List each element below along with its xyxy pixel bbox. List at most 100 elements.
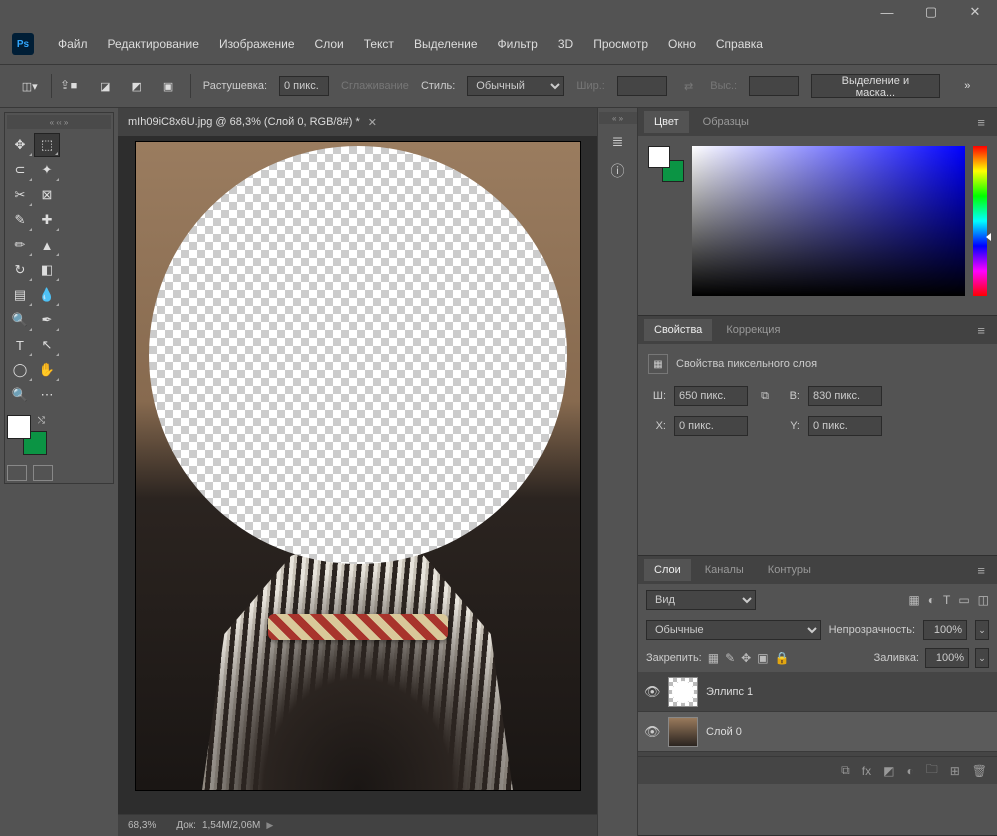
healing-brush-tool[interactable]: ✚	[34, 208, 60, 232]
prop-y-input[interactable]	[808, 416, 882, 436]
tab-properties[interactable]: Свойства	[644, 319, 712, 341]
pen-tool[interactable]: ✒	[34, 308, 60, 332]
blend-mode-select[interactable]: Обычные	[646, 620, 821, 640]
layer-filter-kind-select[interactable]: Вид	[646, 590, 756, 610]
quick-mask-toggle[interactable]	[7, 465, 27, 481]
properties-panel-menu-icon[interactable]: ≡	[971, 323, 991, 338]
menu-view[interactable]: Просмотр	[585, 33, 656, 55]
filter-adjust-icon[interactable]: ◐	[928, 593, 935, 607]
link-wh-icon[interactable]: ⧉	[756, 390, 774, 403]
rectangular-marquee-tool[interactable]: ⬚	[34, 133, 60, 157]
style-select[interactable]: Обычный	[467, 76, 564, 96]
fill-input[interactable]	[925, 648, 969, 668]
menu-help[interactable]: Справка	[708, 33, 771, 55]
path-selection-tool[interactable]: ↖	[34, 333, 60, 357]
layer-row[interactable]: 👁 Эллипс 1	[638, 672, 997, 712]
select-and-mask-button[interactable]: Выделение и маска...	[811, 74, 940, 98]
toolbox-collapse-toggle[interactable]: « ‹‹ »	[7, 115, 111, 129]
crop-tool[interactable]: ✂	[7, 183, 33, 207]
new-group-icon[interactable]: 🗀	[926, 760, 938, 781]
lock-transparency-icon[interactable]: ▦	[708, 651, 719, 665]
layer-thumbnail[interactable]	[668, 677, 698, 707]
window-minimize[interactable]: —	[865, 2, 909, 22]
selection-add-icon[interactable]: ◪	[96, 77, 115, 95]
swap-colors-icon[interactable]: ⤭	[38, 415, 45, 426]
window-maximize[interactable]: ▢	[909, 2, 953, 22]
prop-w-input[interactable]	[674, 386, 748, 406]
prop-x-input[interactable]	[674, 416, 748, 436]
menu-3d[interactable]: 3D	[550, 33, 581, 55]
selection-intersect-icon[interactable]: ▣	[158, 77, 177, 95]
clone-stamp-tool[interactable]: ▲	[34, 233, 60, 257]
default-colors-icon[interactable]	[9, 443, 19, 453]
hand-tool[interactable]: ✋	[34, 358, 60, 382]
tab-swatches[interactable]: Образцы	[693, 111, 759, 133]
lock-artboard-icon[interactable]: ▣	[757, 651, 768, 665]
menu-file[interactable]: Файл	[50, 33, 96, 55]
filter-type-icon[interactable]: T	[943, 593, 950, 607]
eyedropper-tool[interactable]: ✎	[7, 208, 33, 232]
filter-smart-icon[interactable]: ◫	[978, 593, 989, 607]
menu-image[interactable]: Изображение	[211, 33, 303, 55]
layer-visibility-icon[interactable]: 👁	[644, 684, 660, 700]
fill-dropdown-icon[interactable]: ⌄	[975, 648, 989, 668]
document-tab[interactable]: mIh09iC8x6U.jpg @ 68,3% (Слой 0, RGB/8#)…	[128, 116, 377, 129]
frame-tool[interactable]: ⊠	[34, 183, 60, 207]
layer-fx-icon[interactable]: fx	[862, 764, 871, 778]
zoom-tool[interactable]: 🔍	[7, 383, 33, 407]
history-brush-tool[interactable]: ↻	[7, 258, 33, 282]
panel-foreground-swatch[interactable]	[648, 146, 670, 168]
menu-layers[interactable]: Слои	[307, 33, 352, 55]
foreground-swatch[interactable]	[7, 415, 31, 439]
opacity-dropdown-icon[interactable]: ⌄	[975, 620, 989, 640]
brush-tool[interactable]: ✏	[7, 233, 33, 257]
prop-h-input[interactable]	[808, 386, 882, 406]
lock-position-icon[interactable]: ✥	[741, 651, 751, 665]
lock-all-icon[interactable]: 🔒	[775, 651, 790, 665]
eraser-tool[interactable]: ◧	[34, 258, 60, 282]
lasso-tool[interactable]: ⊂	[7, 158, 33, 182]
options-overflow-icon[interactable]: »	[958, 77, 977, 95]
delete-layer-icon[interactable]: 🗑	[972, 764, 987, 778]
gradient-tool[interactable]: ▤	[7, 283, 33, 307]
info-panel-icon[interactable]: ⓘ	[605, 158, 631, 184]
layer-visibility-icon[interactable]: 👁	[644, 724, 660, 740]
shape-tool[interactable]: ◯	[7, 358, 33, 382]
filter-shape-icon[interactable]: ▭	[958, 593, 969, 607]
layer-row[interactable]: 👁 Слой 0	[638, 712, 997, 752]
document-tab-close-icon[interactable]: ✕	[368, 116, 377, 129]
layer-name[interactable]: Слой 0	[706, 726, 742, 738]
tab-adjustments[interactable]: Коррекция	[716, 319, 790, 341]
app-logo[interactable]: Ps	[12, 33, 34, 55]
statusbar-menu-icon[interactable]: ▶	[266, 820, 273, 831]
quick-selection-tool[interactable]: ✦	[34, 158, 60, 182]
new-layer-icon[interactable]: ⊞	[950, 764, 960, 778]
menu-select[interactable]: Выделение	[406, 33, 486, 55]
window-close[interactable]: ✕	[953, 2, 997, 22]
zoom-value[interactable]: 68,3%	[128, 820, 156, 831]
type-tool[interactable]: T	[7, 333, 33, 357]
tab-layers[interactable]: Слои	[644, 559, 691, 581]
lock-pixels-icon[interactable]: ✎	[725, 651, 735, 665]
share-cloud-icon[interactable]: ⇪	[60, 78, 70, 92]
new-fill-adjust-icon[interactable]: ◐	[906, 764, 913, 778]
tab-channels[interactable]: Каналы	[695, 559, 754, 581]
tab-color[interactable]: Цвет	[644, 111, 689, 133]
layer-mask-icon[interactable]: ◩	[883, 764, 894, 778]
hue-slider[interactable]	[973, 146, 987, 296]
layer-thumbnail[interactable]	[668, 717, 698, 747]
link-layers-icon[interactable]: ⧉	[841, 763, 850, 778]
color-panel-menu-icon[interactable]: ≡	[971, 115, 991, 130]
edit-toolbar[interactable]: ⋯	[34, 383, 60, 407]
color-field[interactable]	[692, 146, 965, 296]
filter-pixel-icon[interactable]: ▦	[908, 593, 919, 607]
menu-type[interactable]: Текст	[356, 33, 402, 55]
screen-mode-toggle[interactable]	[33, 465, 53, 481]
blur-tool[interactable]: 💧	[34, 283, 60, 307]
feather-input[interactable]	[279, 76, 329, 96]
marquee-tool-indicator-icon[interactable]: ◫▾	[20, 77, 39, 95]
menu-edit[interactable]: Редактирование	[100, 33, 207, 55]
layer-name[interactable]: Эллипс 1	[706, 686, 753, 698]
canvas-viewport[interactable]	[118, 136, 597, 814]
opacity-input[interactable]	[923, 620, 967, 640]
